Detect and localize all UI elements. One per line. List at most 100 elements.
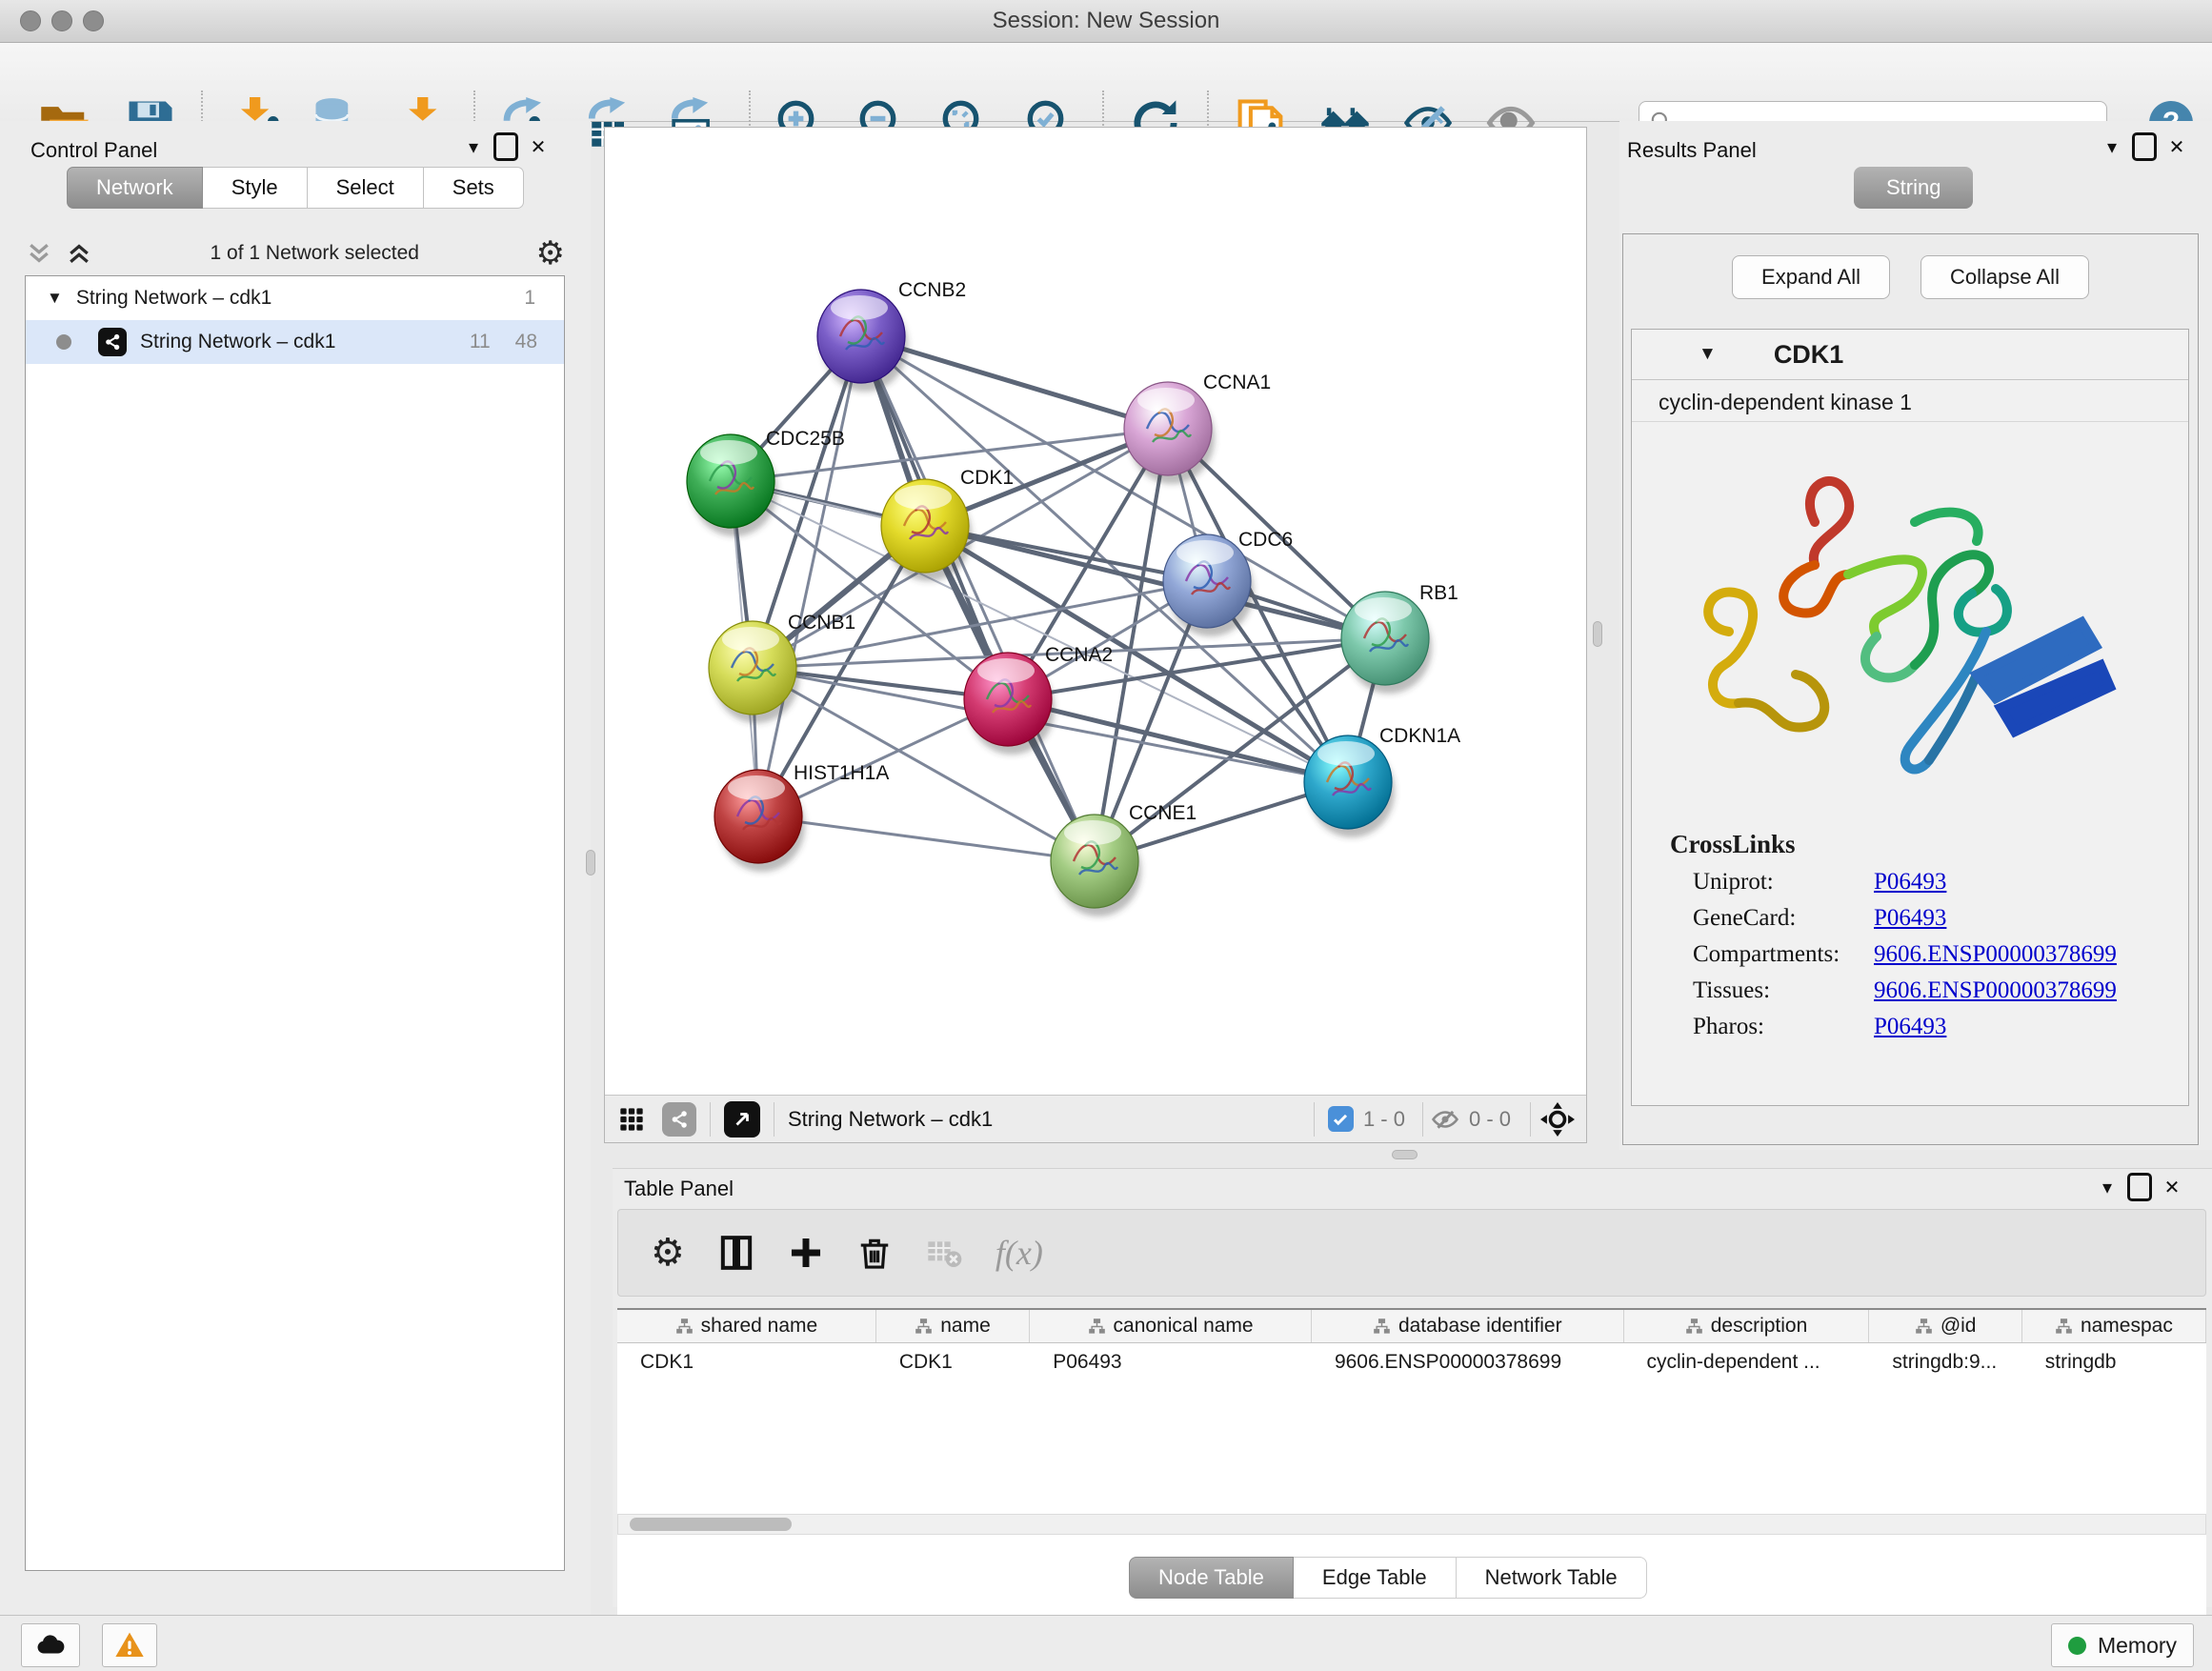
network-node-CDKN1A[interactable] xyxy=(1304,735,1395,837)
column-attribute-icon xyxy=(2055,1318,2073,1336)
results-tab-string[interactable]: String xyxy=(1854,167,1973,209)
create-column-icon[interactable] xyxy=(788,1235,824,1271)
column-header-name[interactable]: name xyxy=(876,1310,1030,1342)
table-horizontal-scrollbar[interactable] xyxy=(617,1514,2206,1535)
tab-select[interactable]: Select xyxy=(308,167,424,209)
open-in-new-window-icon[interactable] xyxy=(724,1101,760,1137)
collection-expander-icon[interactable]: ▼ xyxy=(47,289,63,308)
control-panel-close-icon[interactable]: ✕ xyxy=(522,132,554,161)
network-node-count: 11 xyxy=(470,331,491,353)
memory-button[interactable]: Memory xyxy=(2051,1623,2194,1667)
expand-all-icon[interactable] xyxy=(65,239,93,268)
crosslink-link[interactable]: P06493 xyxy=(1874,905,1946,932)
crosslink-link[interactable]: 9606.ENSP00000378699 xyxy=(1874,941,2117,968)
left-splitter-grip[interactable] xyxy=(586,850,595,876)
string-view-icon[interactable] xyxy=(662,1102,696,1137)
warning-status-button[interactable] xyxy=(102,1623,157,1667)
column-attribute-icon xyxy=(1088,1318,1106,1336)
gene-description: cyclin-dependent kinase 1 xyxy=(1632,380,2188,422)
main-toolbar: ? xyxy=(0,43,2212,122)
network-row[interactable]: String Network – cdk1 11 48 xyxy=(26,320,564,364)
crosslink-label: Pharos: xyxy=(1693,1014,1874,1040)
current-network-dot-icon xyxy=(56,334,71,350)
network-selection-status: 1 of 1 Network selected xyxy=(93,242,536,265)
results-panel-menu-icon[interactable]: ▾ xyxy=(2096,132,2128,161)
control-panel-float-icon[interactable] xyxy=(490,132,522,161)
column-header-canonical-name[interactable]: canonical name xyxy=(1030,1310,1312,1342)
network-node-HIST1H1A[interactable] xyxy=(714,770,805,872)
column-attribute-icon xyxy=(915,1318,933,1336)
tab-edge-table[interactable]: Edge Table xyxy=(1294,1557,1457,1599)
results-panel: Results Panel ▾ ✕ String Expand All Coll… xyxy=(1619,121,2212,1150)
birds-eye-view-icon[interactable] xyxy=(618,1106,645,1133)
tab-style[interactable]: Style xyxy=(203,167,308,209)
collapse-all-button[interactable]: Collapse All xyxy=(1920,255,2089,299)
results-panel-title: Results Panel xyxy=(1627,138,1757,163)
results-panel-close-icon[interactable]: ✕ xyxy=(2161,132,2193,161)
warning-icon xyxy=(114,1630,145,1661)
network-view-toolbar: String Network – cdk1 1 - 0 0 - 0 xyxy=(605,1095,1586,1142)
table-cell[interactable]: stringdb xyxy=(2022,1343,2206,1381)
right-splitter-grip[interactable] xyxy=(1593,621,1602,647)
network-edge-CCNB2-CCNE1[interactable] xyxy=(861,336,1095,861)
table-cell[interactable]: CDK1 xyxy=(876,1343,1030,1381)
table-options-gear-icon[interactable]: ⚙ xyxy=(651,1234,685,1272)
network-edge-HIST1H1A-CCNE1[interactable] xyxy=(758,816,1095,861)
column-header-shared-name[interactable]: shared name xyxy=(617,1310,876,1342)
crosslink-link[interactable]: 9606.ENSP00000378699 xyxy=(1874,977,2117,1004)
network-collection-row[interactable]: ▼ String Network – cdk1 1 xyxy=(26,276,564,320)
node-label-CDK1: CDK1 xyxy=(960,467,1014,489)
tab-network-table[interactable]: Network Table xyxy=(1457,1557,1647,1599)
scrollbar-thumb[interactable] xyxy=(630,1518,792,1531)
column-header--id[interactable]: @id xyxy=(1869,1310,2021,1342)
gene-details-card: ▼ CDK1 cyclin-dependent kinase 1 xyxy=(1631,329,2189,1106)
table-cell[interactable]: 9606.ENSP00000378699 xyxy=(1312,1343,1624,1381)
tab-sets[interactable]: Sets xyxy=(424,167,524,209)
network-node-CDC25B[interactable] xyxy=(687,434,777,536)
table-panel-title: Table Panel xyxy=(624,1177,734,1201)
node-label-CDC25B: CDC25B xyxy=(766,428,845,450)
function-builder-icon: f(x) xyxy=(995,1233,1043,1273)
bottom-splitter-grip[interactable] xyxy=(1392,1150,1418,1159)
cloud-status-button[interactable] xyxy=(21,1623,80,1667)
table-cell[interactable]: stringdb:9... xyxy=(1869,1343,2021,1381)
selected-checkbox-icon[interactable] xyxy=(1328,1106,1354,1132)
crosslink-label: Uniprot: xyxy=(1693,869,1874,896)
network-options-gear-icon[interactable]: ⚙ xyxy=(536,237,565,270)
network-node-CDK1[interactable] xyxy=(881,479,972,581)
navigator-crosshair-icon[interactable] xyxy=(1540,1102,1575,1137)
crosslink-link[interactable]: P06493 xyxy=(1874,1014,1946,1040)
table-panel-close-icon[interactable]: ✕ xyxy=(2156,1173,2188,1201)
network-canvas[interactable]: CCNB2CCNA1CDC25BCDK1CDC6RB1CCNB1CCNA2CDK… xyxy=(605,128,1586,1096)
results-panel-float-icon[interactable] xyxy=(2128,132,2161,161)
column-header-database-identifier[interactable]: database identifier xyxy=(1312,1310,1624,1342)
node-label-CDKN1A: CDKN1A xyxy=(1379,725,1460,747)
network-edge-CCNB2-HIST1H1A[interactable] xyxy=(758,336,861,816)
network-node-CCNA1[interactable] xyxy=(1124,382,1215,484)
table-cell[interactable]: cyclin-dependent ... xyxy=(1624,1343,1870,1381)
expand-all-button[interactable]: Expand All xyxy=(1732,255,1890,299)
crosslink-link[interactable]: P06493 xyxy=(1874,869,1946,896)
gene-collapse-icon[interactable]: ▼ xyxy=(1699,344,1717,365)
column-header-description[interactable]: description xyxy=(1624,1310,1870,1342)
show-columns-icon[interactable] xyxy=(717,1234,755,1272)
collapse-all-icon[interactable] xyxy=(25,239,53,268)
table-panel-menu-icon[interactable]: ▾ xyxy=(2091,1173,2123,1201)
tab-node-table[interactable]: Node Table xyxy=(1129,1557,1294,1599)
network-node-RB1[interactable] xyxy=(1341,592,1432,694)
network-node-CCNB1[interactable] xyxy=(709,621,799,723)
network-node-CCNA2[interactable] xyxy=(964,653,1055,755)
network-node-CCNB2[interactable] xyxy=(817,290,908,392)
network-view-panel: CCNB2CCNA1CDC25BCDK1CDC6RB1CCNB1CCNA2CDK… xyxy=(604,127,1587,1143)
selected-node-edge-counts: 1 - 0 xyxy=(1363,1107,1405,1132)
control-panel-menu-icon[interactable]: ▾ xyxy=(457,132,490,161)
delete-column-icon[interactable] xyxy=(856,1235,893,1271)
column-header-namespac[interactable]: namespac xyxy=(2022,1310,2206,1342)
table-cell[interactable]: CDK1 xyxy=(617,1343,876,1381)
table-row[interactable]: CDK1CDK1P064939606.ENSP00000378699cyclin… xyxy=(617,1343,2206,1381)
tab-network[interactable]: Network xyxy=(67,167,203,209)
table-panel-float-icon[interactable] xyxy=(2123,1173,2156,1201)
network-node-CCNE1[interactable] xyxy=(1051,815,1141,916)
table-toolbar: ⚙ f(x) xyxy=(617,1209,2206,1297)
table-cell[interactable]: P06493 xyxy=(1030,1343,1312,1381)
